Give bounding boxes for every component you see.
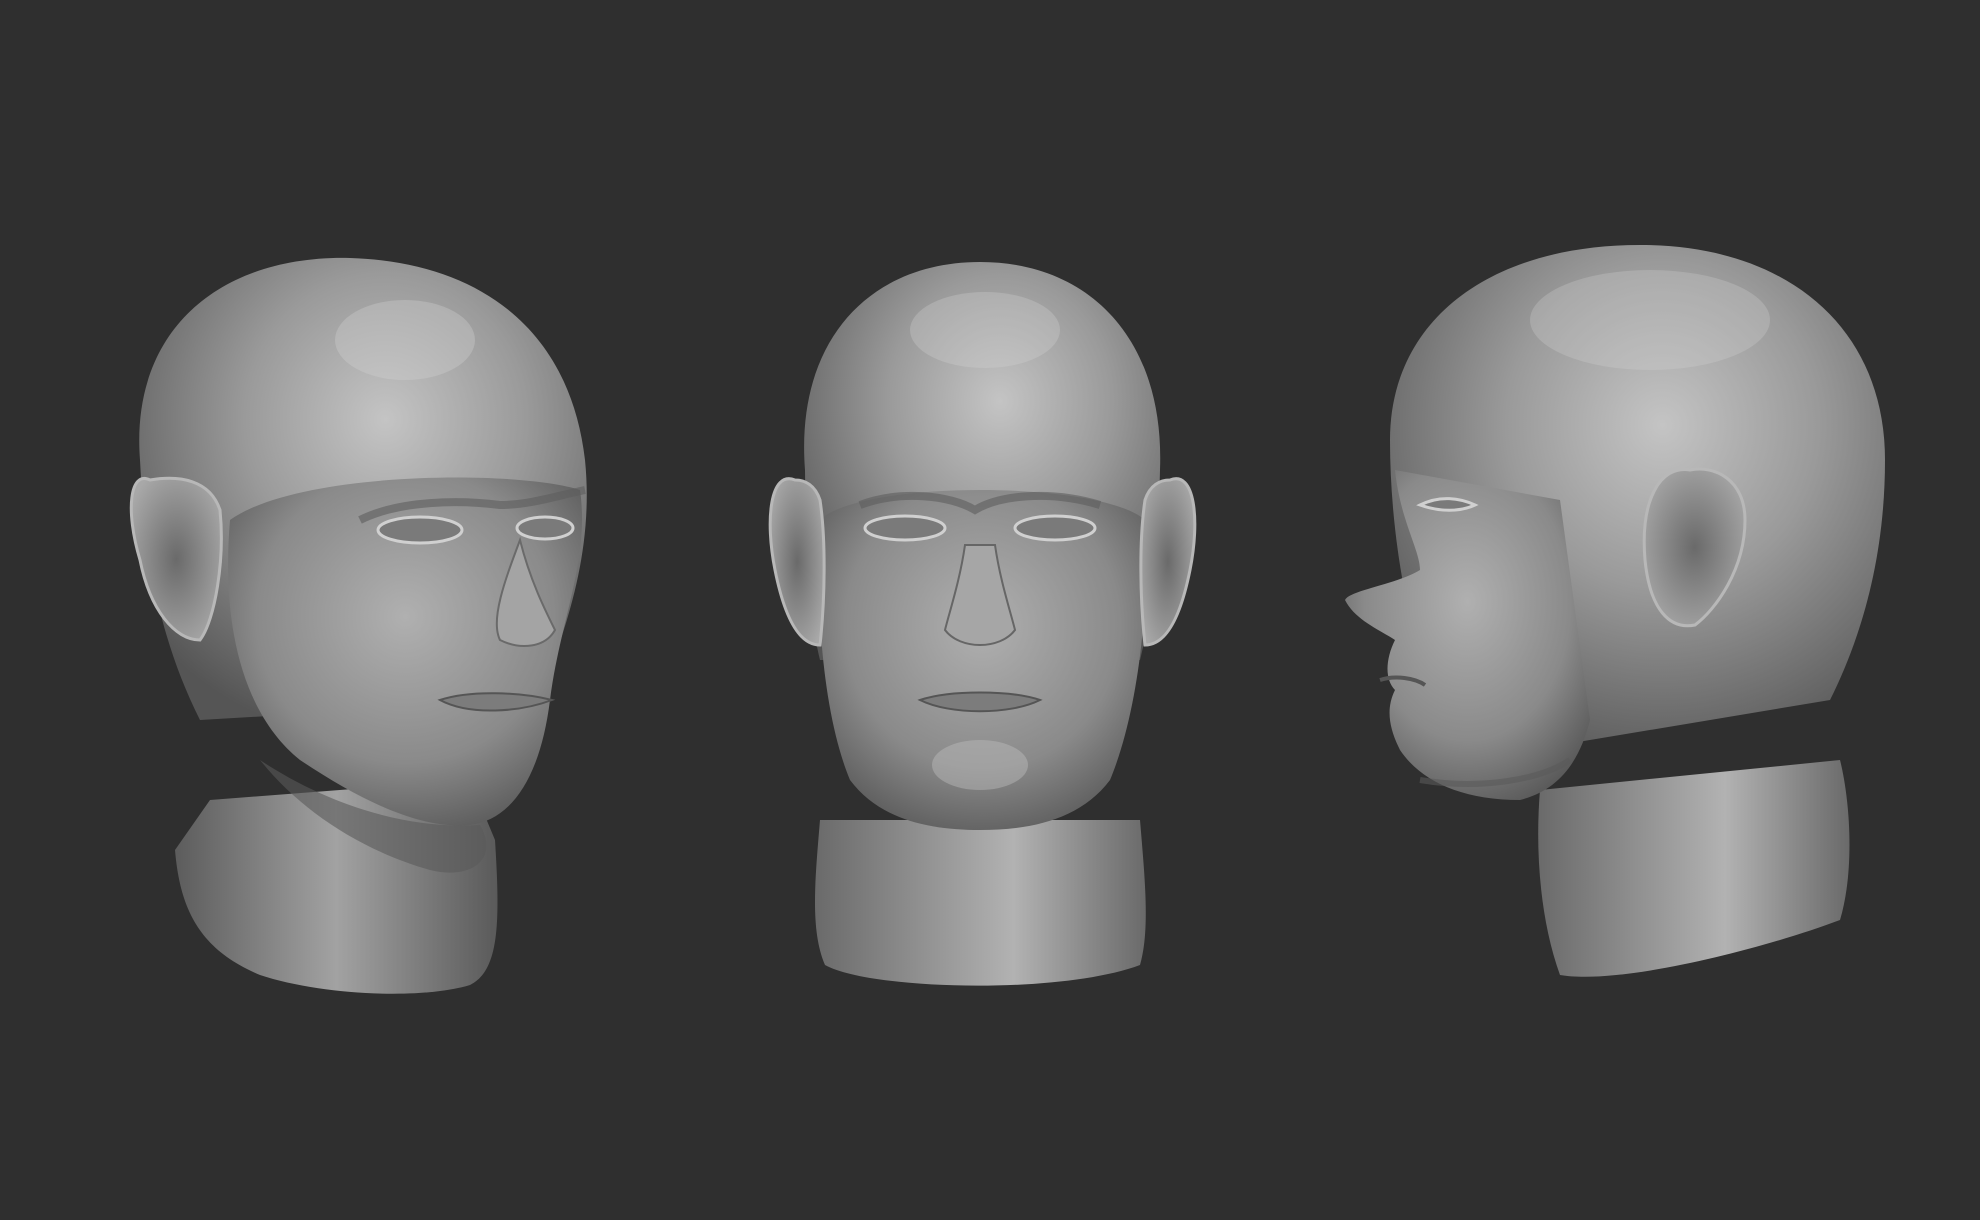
head-front-view — [768, 262, 1197, 986]
eye-right — [1013, 514, 1097, 542]
ear-right — [1139, 477, 1197, 647]
neck — [1538, 760, 1850, 977]
eye-left — [863, 514, 947, 542]
eye-left — [376, 515, 464, 545]
head-profile-view — [1345, 245, 1885, 977]
sculpt-render — [129, 245, 1885, 994]
render-viewport — [0, 0, 1980, 1220]
eye — [1416, 497, 1479, 512]
ear-left — [768, 477, 826, 647]
face — [1345, 470, 1590, 800]
neck — [815, 820, 1146, 986]
eye-right — [515, 515, 575, 541]
head-three-quarter-view — [129, 257, 587, 994]
ear — [129, 476, 223, 642]
